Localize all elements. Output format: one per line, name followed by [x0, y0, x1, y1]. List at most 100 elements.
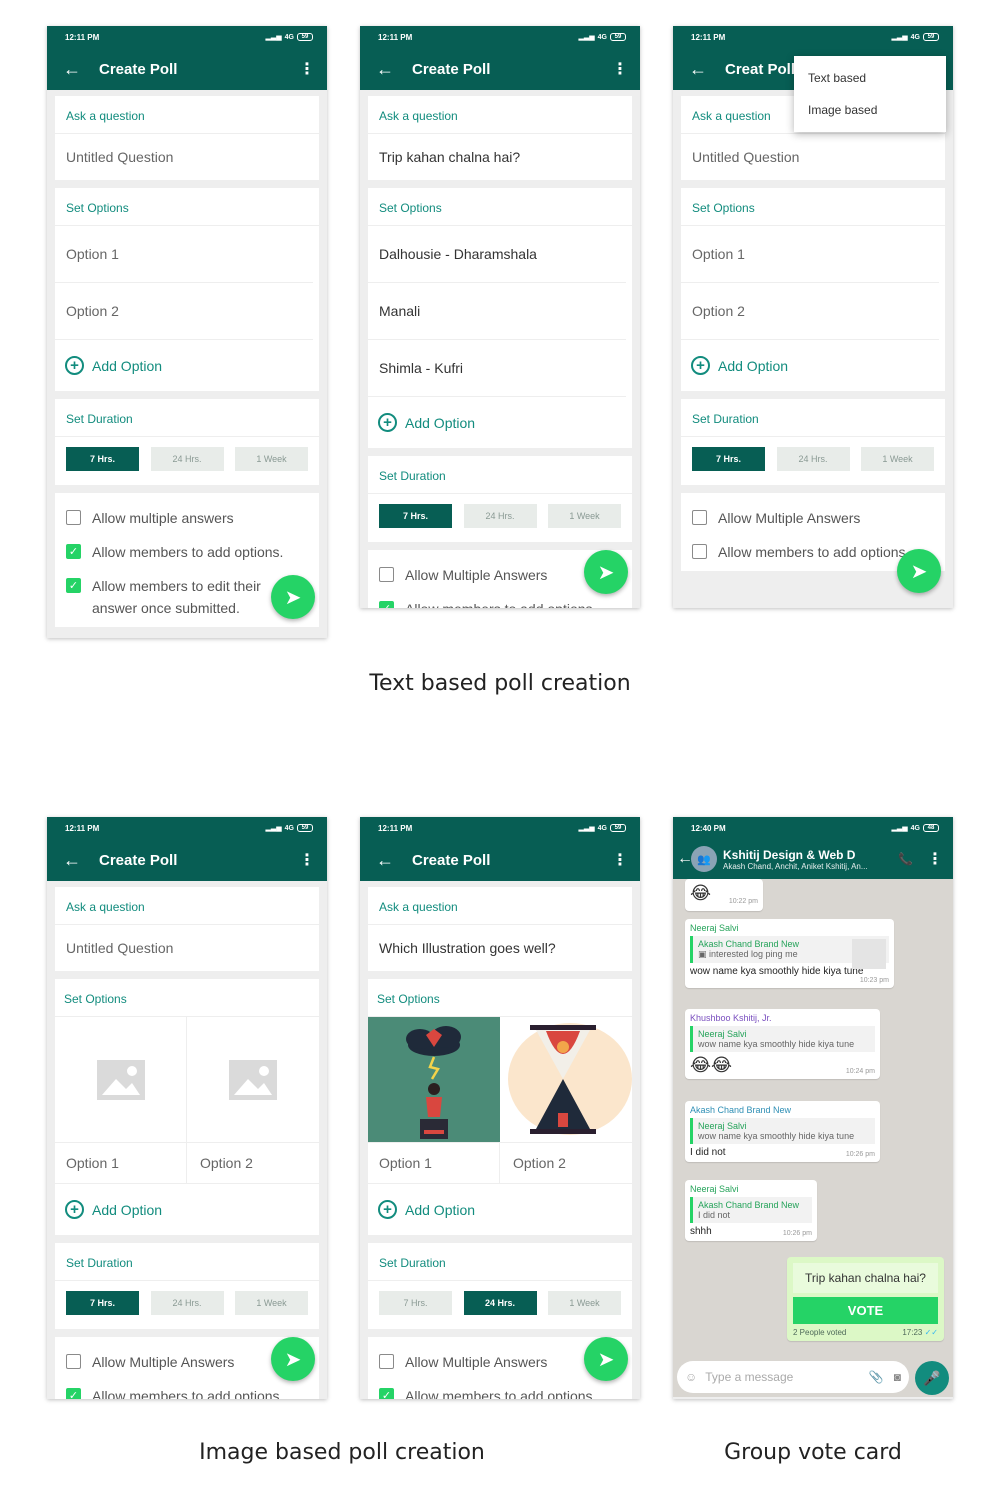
option-input[interactable]: Manali	[368, 283, 626, 340]
back-arrow-icon[interactable]: ←	[376, 851, 412, 869]
add-option-button[interactable]: + Add Option	[368, 397, 632, 448]
checkbox-row[interactable]: ✓ Allow members to edit their answer once…	[66, 569, 261, 625]
question-input[interactable]: Untitled Question	[681, 134, 945, 180]
vote-button[interactable]: VOTE	[793, 1297, 938, 1324]
message-bubble[interactable]: Akash Chand Brand New Neeraj Salvi wow n…	[685, 1101, 880, 1162]
illustration-hourglass[interactable]	[500, 1017, 632, 1142]
back-arrow-icon[interactable]: ←	[689, 60, 725, 78]
quoted-message[interactable]: Akash Chand Brand New I did not	[690, 1197, 812, 1223]
duration-1week[interactable]: 1 Week	[548, 1291, 621, 1315]
add-option-button[interactable]: + Add Option	[55, 1184, 319, 1235]
send-fab[interactable]: ➤	[271, 575, 315, 619]
checkbox-checked[interactable]: ✓	[379, 601, 394, 608]
emoji-icon[interactable]: ☺	[685, 1370, 697, 1384]
question-input[interactable]: Untitled Question	[55, 925, 319, 971]
checkbox-checked[interactable]: ✓	[66, 578, 81, 593]
add-option-button[interactable]: + Add Option	[55, 340, 319, 391]
checkbox-checked[interactable]: ✓	[379, 1388, 394, 1399]
add-call-icon[interactable]: 📞	[898, 852, 913, 866]
back-arrow-icon[interactable]: ←	[376, 60, 412, 78]
question-input[interactable]: Which Illustration goes well?	[368, 925, 632, 971]
duration-24hrs[interactable]: 24 Hrs.	[463, 1291, 537, 1315]
send-fab[interactable]: ➤	[584, 1337, 628, 1381]
question-input[interactable]: Untitled Question	[55, 134, 319, 180]
signal-icon: ▂▃▅	[265, 34, 282, 41]
menu-item-text-based[interactable]: Text based	[794, 62, 946, 94]
duration-7hrs[interactable]: 7 Hrs.	[379, 504, 452, 528]
more-vert-icon[interactable]: ⋮	[299, 850, 315, 870]
checkbox[interactable]	[66, 510, 81, 525]
attach-icon[interactable]: 📎	[869, 1370, 884, 1384]
message-input[interactable]: Type a message	[705, 1370, 869, 1384]
option-input[interactable]: Option 1	[55, 1143, 187, 1183]
checkbox[interactable]	[66, 1354, 81, 1369]
more-vert-icon[interactable]: ⋮	[612, 59, 628, 79]
option-input[interactable]: Option 1	[681, 226, 939, 283]
chat-title-block[interactable]: Kshitij Design & Web D Akash Chand, Anch…	[723, 848, 892, 871]
checkbox[interactable]	[692, 544, 707, 559]
duration-7hrs[interactable]: 7 Hrs.	[66, 447, 139, 471]
ask-question-label: Ask a question	[55, 96, 319, 134]
more-vert-icon[interactable]: ⋮	[612, 850, 628, 870]
send-fab[interactable]: ➤	[584, 550, 628, 594]
option-input[interactable]: Option 2	[500, 1143, 632, 1183]
duration-1week[interactable]: 1 Week	[548, 504, 621, 528]
mic-button[interactable]: 🎤	[915, 1361, 949, 1395]
option-input[interactable]: Option 1	[368, 1143, 500, 1183]
checkbox[interactable]	[379, 1354, 394, 1369]
add-option-button[interactable]: + Add Option	[368, 1184, 632, 1235]
back-arrow-icon[interactable]: ←	[63, 60, 99, 78]
duration-1week[interactable]: 1 Week	[235, 447, 308, 471]
quoted-message[interactable]: Akash Chand Brand New ▣ interested log p…	[690, 936, 889, 969]
back-arrow-icon[interactable]: ←	[677, 850, 693, 868]
duration-7hrs[interactable]: 7 Hrs.	[379, 1291, 452, 1315]
add-option-button[interactable]: + Add Option	[681, 340, 945, 391]
option-input[interactable]: Option 2	[187, 1143, 319, 1183]
duration-24hrs[interactable]: 24 Hrs.	[463, 504, 537, 528]
duration-1week[interactable]: 1 Week	[235, 1291, 308, 1315]
checkbox-row[interactable]: ✓Allow members to add options	[66, 1379, 308, 1399]
checkbox-row[interactable]: ✓ Allow members to add options.	[66, 535, 308, 569]
option-input[interactable]: Shimla - Kufri	[368, 340, 626, 397]
checkbox[interactable]	[379, 567, 394, 582]
checkbox-checked[interactable]: ✓	[66, 544, 81, 559]
duration-24hrs[interactable]: 24 Hrs.	[150, 1291, 224, 1315]
option-input[interactable]: Option 2	[55, 283, 313, 340]
message-bubble[interactable]: 😂 10:22 pm	[685, 879, 763, 911]
option-input[interactable]: Option 1	[55, 226, 313, 283]
send-icon: ➤	[284, 586, 302, 609]
group-avatar[interactable]: 👥	[691, 846, 717, 872]
checkbox[interactable]	[692, 510, 707, 525]
options-card: Set Options Option 1 Option 2 + Add Optio…	[55, 979, 319, 1235]
image-option-slot[interactable]	[55, 1017, 187, 1142]
duration-7hrs[interactable]: 7 Hrs.	[692, 447, 765, 471]
quoted-message[interactable]: Neeraj Salvi wow name kya smoothly hide …	[690, 1026, 875, 1052]
poll-voted-count[interactable]: 2 People voted	[793, 1328, 846, 1337]
menu-item-image-based[interactable]: Image based	[794, 94, 946, 126]
duration-7hrs[interactable]: 7 Hrs.	[66, 1291, 139, 1315]
back-arrow-icon[interactable]: ←	[63, 851, 99, 869]
duration-24hrs[interactable]: 24 Hrs.	[150, 447, 224, 471]
question-input[interactable]: Trip kahan chalna hai?	[368, 134, 632, 180]
image-option-slot[interactable]	[187, 1017, 319, 1142]
more-vert-icon[interactable]: ⋮	[299, 59, 315, 79]
more-vert-icon[interactable]: ⋮	[927, 849, 943, 869]
option-input[interactable]: Option 2	[681, 283, 939, 340]
checkbox-row[interactable]: ✓Allow members to add options	[379, 592, 621, 608]
send-fab[interactable]: ➤	[271, 1337, 315, 1381]
checkbox-row[interactable]: Allow Multiple Answers	[692, 501, 934, 535]
message-bubble[interactable]: Neeraj Salvi Akash Chand Brand New I did…	[685, 1180, 817, 1241]
duration-1week[interactable]: 1 Week	[861, 447, 934, 471]
option-input[interactable]: Dalhousie - Dharamshala	[368, 226, 626, 283]
duration-24hrs[interactable]: 24 Hrs.	[776, 447, 850, 471]
message-bubble[interactable]: Neeraj Salvi Akash Chand Brand New ▣ int…	[685, 919, 894, 988]
send-fab[interactable]: ➤	[897, 549, 941, 593]
quoted-message[interactable]: Neeraj Salvi wow name kya smoothly hide …	[690, 1118, 875, 1144]
checkbox-row[interactable]: ✓Allow members to add options	[379, 1379, 621, 1399]
illustration-storm-cloud[interactable]	[368, 1017, 500, 1142]
message-bubble[interactable]: Khushboo Kshitij, Jr. Neeraj Salvi wow n…	[685, 1009, 880, 1079]
checkbox-row[interactable]: Allow multiple answers	[66, 501, 308, 535]
signal-icon: ▂▃▅	[265, 825, 282, 832]
checkbox-checked[interactable]: ✓	[66, 1388, 81, 1399]
camera-icon[interactable]: ◙	[894, 1370, 901, 1384]
